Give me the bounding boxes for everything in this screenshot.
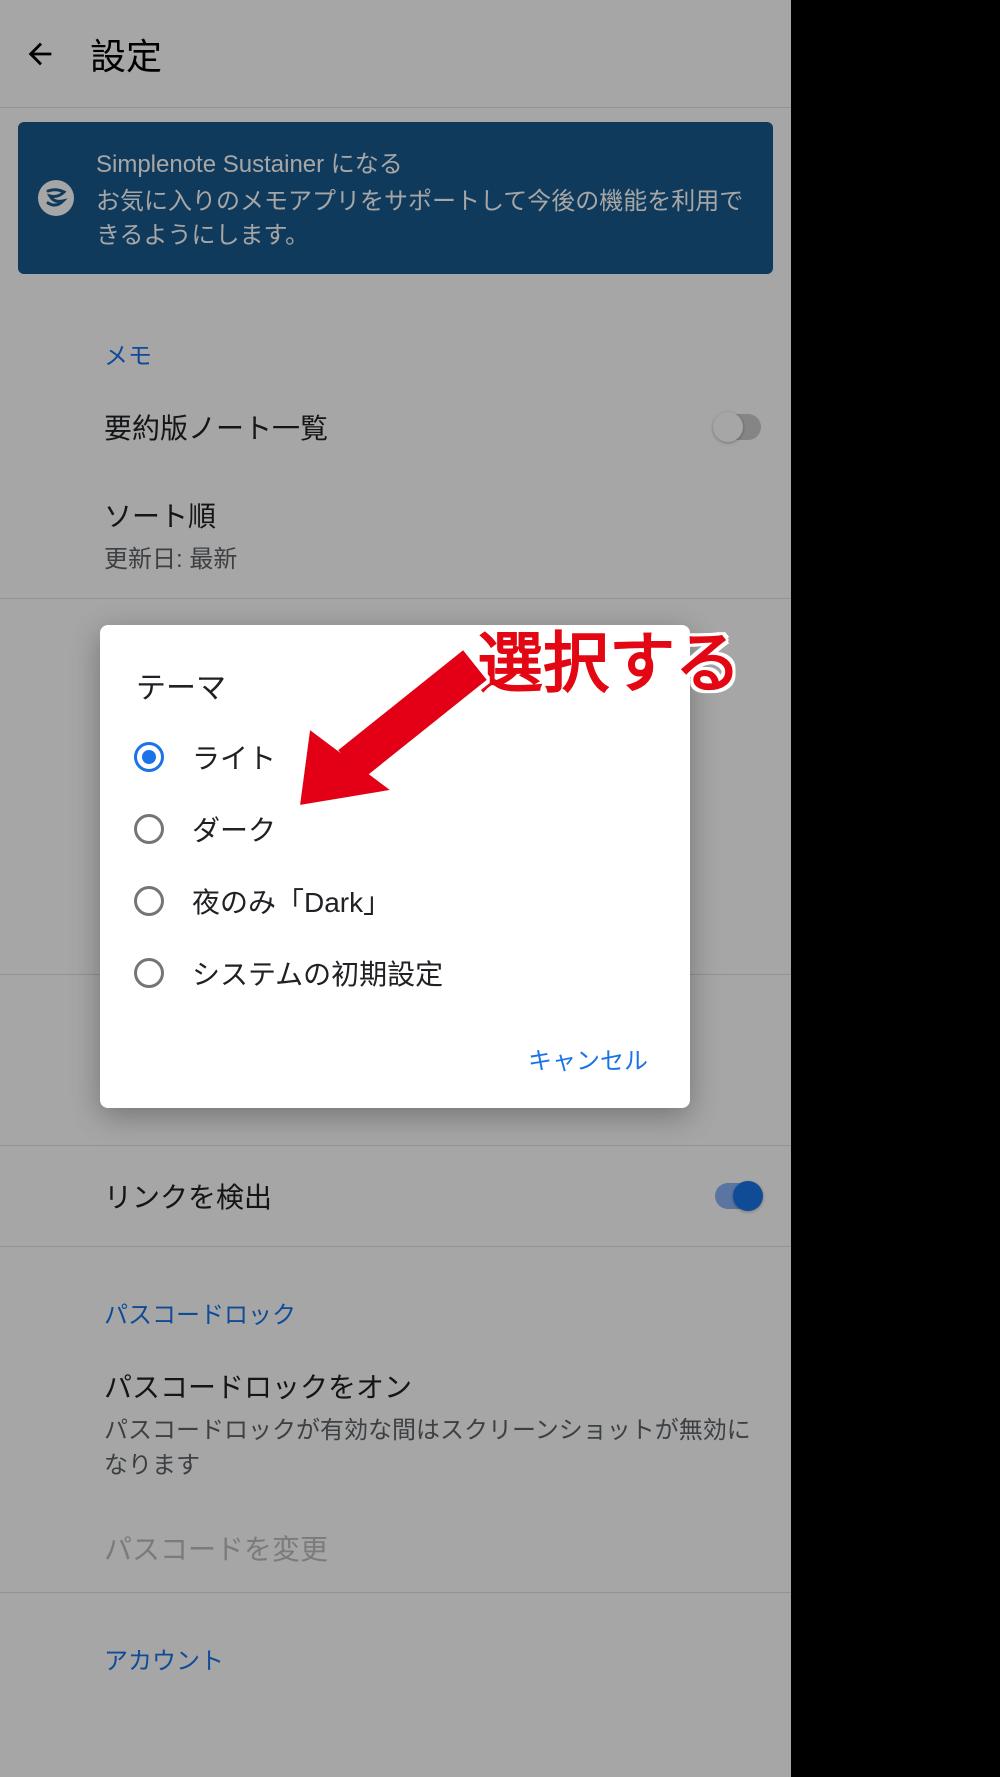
black-sidebar <box>791 0 1000 1777</box>
theme-option-light[interactable]: ライト <box>100 721 690 793</box>
radio-icon <box>134 958 164 988</box>
annotation-label: 選択する <box>477 610 741 706</box>
option-label: 夜のみ「Dark」 <box>192 881 391 921</box>
theme-option-system[interactable]: システムの初期設定 <box>100 937 690 1009</box>
radio-icon <box>134 742 164 772</box>
theme-option-dark-night[interactable]: 夜のみ「Dark」 <box>100 865 690 937</box>
option-label: ダーク <box>192 809 276 849</box>
theme-option-dark[interactable]: ダーク <box>100 793 690 865</box>
cancel-button[interactable]: キャンセル <box>516 1033 660 1084</box>
radio-icon <box>134 814 164 844</box>
option-label: システムの初期設定 <box>192 953 443 993</box>
option-label: ライト <box>192 737 276 777</box>
radio-icon <box>134 886 164 916</box>
